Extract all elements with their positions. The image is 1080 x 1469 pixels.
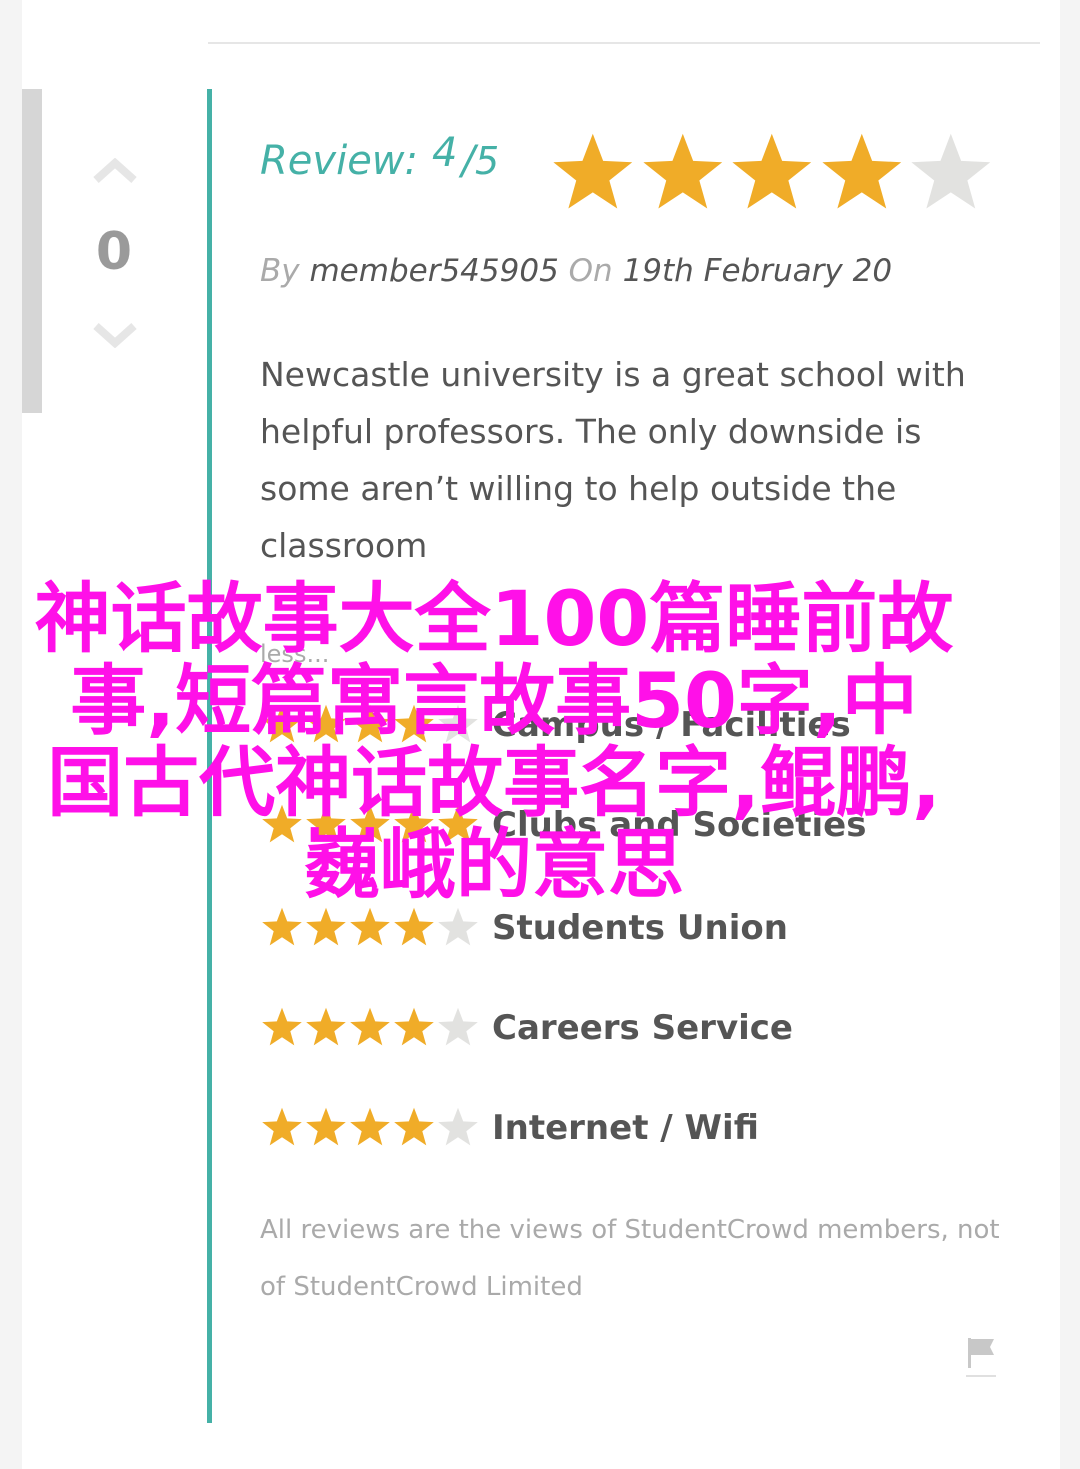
category-label: Careers Service <box>492 1008 793 1048</box>
overall-star-rating <box>549 130 995 220</box>
star-filled-icon <box>262 1007 302 1046</box>
review-body: Newcastle university is a great school w… <box>260 355 966 565</box>
star-filled-icon <box>394 1007 434 1046</box>
star-filled-icon <box>350 907 390 946</box>
category-star-rating <box>260 1106 486 1150</box>
star-filled-icon <box>306 1007 346 1046</box>
star-empty-icon <box>438 907 478 946</box>
category-star-rating <box>260 1006 486 1050</box>
review-label: Review: <box>260 138 418 184</box>
author-name[interactable]: member545905 <box>309 253 558 289</box>
vote-panel <box>22 89 42 413</box>
chevron-up-icon[interactable] <box>92 158 138 184</box>
by-prefix: By <box>260 253 300 289</box>
star-filled-icon <box>350 1007 390 1046</box>
star-filled-icon <box>394 1107 434 1146</box>
star-filled-icon <box>306 907 346 946</box>
star-filled-icon <box>553 133 633 209</box>
star-empty-icon <box>438 1007 478 1046</box>
star-filled-icon <box>642 133 722 209</box>
star-empty-icon <box>911 133 991 209</box>
review-heading: Review: 4/5 <box>260 130 500 184</box>
chevron-down-icon[interactable] <box>92 322 138 348</box>
on-prefix: On <box>568 253 613 289</box>
star-filled-icon <box>306 1107 346 1146</box>
star-empty-icon <box>438 1107 478 1146</box>
review-out-of: 5 <box>474 139 500 183</box>
category-rating-row: Students Union <box>260 903 788 953</box>
category-rating-row: Internet / Wifi <box>260 1103 759 1153</box>
review-score: 4 <box>432 130 458 176</box>
star-filled-icon <box>394 907 434 946</box>
byline: By member545905 On 19th February 20 <box>260 253 892 289</box>
star-filled-icon <box>262 907 302 946</box>
vote-count: 0 <box>95 222 133 282</box>
review-slash: / <box>461 138 475 184</box>
star-filled-icon <box>262 1107 302 1146</box>
divider <box>208 42 1040 44</box>
category-label: Internet / Wifi <box>492 1108 759 1148</box>
overlay-title: 神话故事大全100篇睡前故事,短篇寓言故事50字,中国古代神话故事名字,鲲鹏,巍… <box>34 574 954 909</box>
category-label: Students Union <box>492 908 788 948</box>
star-filled-icon <box>350 1107 390 1146</box>
flag-icon[interactable] <box>966 1336 996 1378</box>
star-filled-icon <box>822 133 901 209</box>
disclaimer: All reviews are the views of StudentCrow… <box>260 1215 1000 1302</box>
review-date: 19th February 20 <box>622 253 893 289</box>
star-filled-icon <box>732 133 812 209</box>
category-star-rating <box>260 906 486 950</box>
category-rating-row: Careers Service <box>260 1003 793 1053</box>
